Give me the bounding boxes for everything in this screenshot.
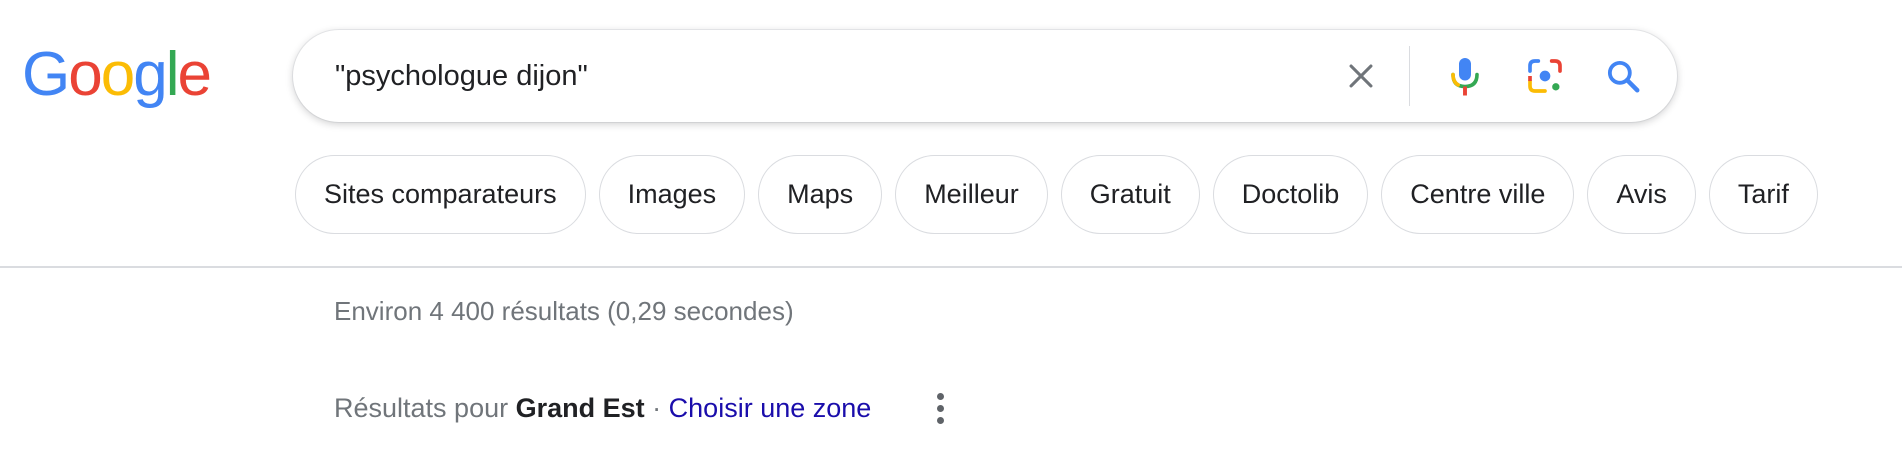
logo-letter: o	[100, 40, 136, 109]
chip-images[interactable]: Images	[598, 155, 746, 234]
chip-doctolib[interactable]: Doctolib	[1212, 155, 1369, 234]
logo-letter: l	[165, 40, 180, 109]
clear-button[interactable]	[1329, 30, 1393, 122]
search-box	[293, 30, 1677, 122]
logo-letter: G	[22, 40, 70, 109]
region-separator: ·	[652, 393, 662, 423]
chip-avis[interactable]: Avis	[1587, 155, 1696, 234]
search-divider	[1409, 46, 1410, 106]
header-divider	[0, 266, 1902, 268]
search-input[interactable]	[335, 30, 1295, 122]
chip-meilleur[interactable]: Meilleur	[895, 155, 1048, 234]
chip-centre-ville[interactable]: Centre ville	[1381, 155, 1575, 234]
logo-letter: g	[133, 40, 168, 109]
chip-tarif[interactable]: Tarif	[1708, 155, 1818, 234]
close-icon	[1349, 64, 1373, 88]
logo-letter: o	[68, 40, 103, 109]
lens-search-button[interactable]	[1513, 30, 1577, 122]
voice-search-button[interactable]	[1433, 30, 1497, 122]
chip-sites-comparateurs[interactable]: Sites comparateurs	[295, 155, 586, 234]
result-stats: Environ 4 400 résultats (0,29 secondes)	[334, 296, 794, 326]
mic-icon	[1451, 58, 1479, 96]
more-options-button[interactable]	[922, 388, 958, 428]
google-logo[interactable]: G o o g l e	[22, 40, 212, 109]
camera-lens-icon	[1528, 59, 1562, 93]
more-vert-icon	[936, 392, 944, 400]
region-prefix: Résultats pour	[334, 393, 509, 423]
chip-maps[interactable]: Maps	[758, 155, 883, 234]
choose-region-link[interactable]: Choisir une zone	[669, 393, 872, 424]
google-search-page: G o o g l e "psychologue dijon" Sites co…	[0, 0, 1902, 462]
region-line: Résultats pour Grand Est · Choisir une z…	[334, 393, 871, 424]
filter-chips: Sites comparateurs Images Maps Meilleur …	[295, 155, 1818, 234]
chip-gratuit[interactable]: Gratuit	[1060, 155, 1200, 234]
search-button[interactable]	[1591, 30, 1655, 122]
search-icon	[1607, 60, 1640, 93]
region-name: Grand Est	[515, 393, 645, 423]
logo-letter: e	[177, 40, 212, 109]
